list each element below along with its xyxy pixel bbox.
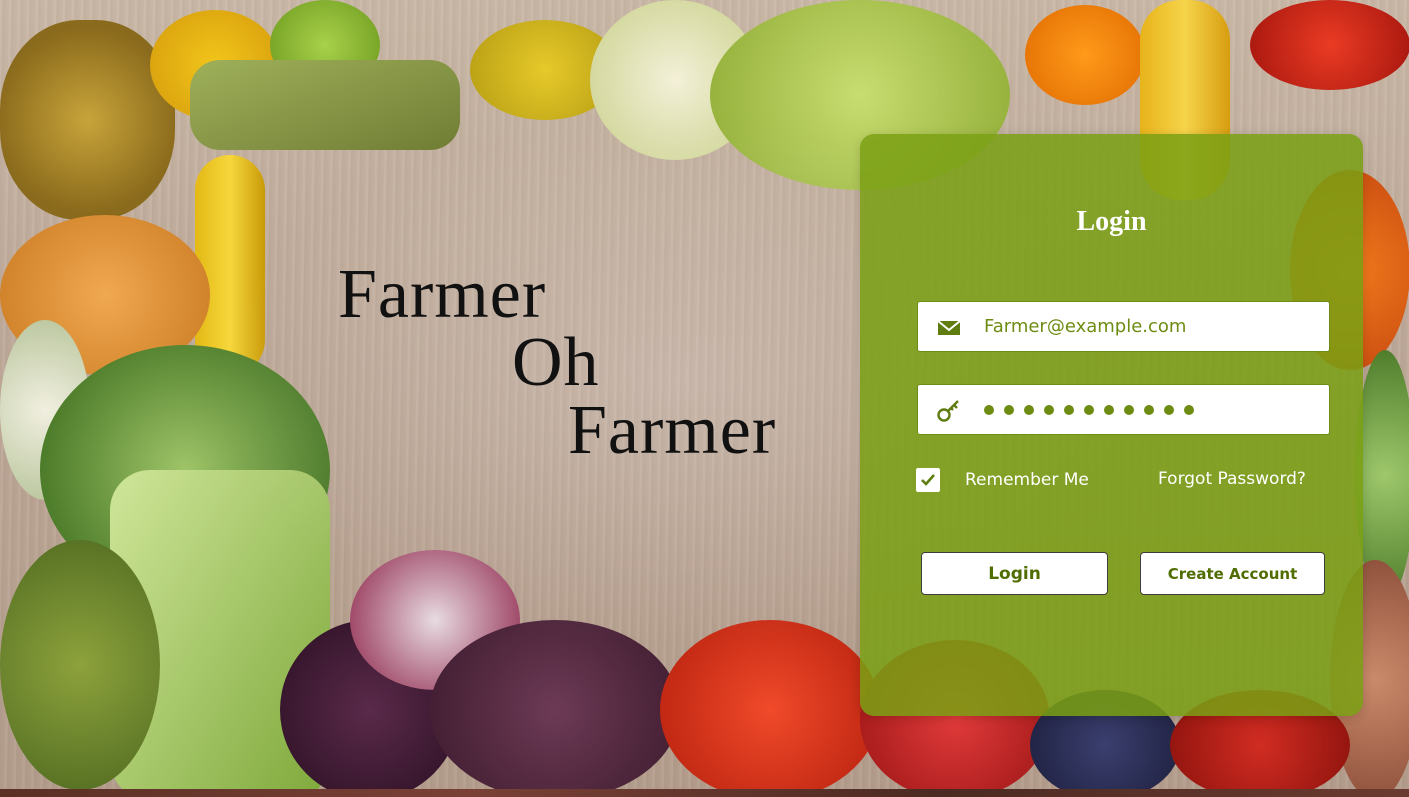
login-button[interactable]: Login [921, 552, 1108, 595]
password-dot [1064, 404, 1074, 415]
login-title: Login [1076, 206, 1147, 237]
brand-line-2: Oh [512, 324, 600, 401]
email-value: Farmer@example.com [984, 316, 1187, 337]
password-field[interactable] [917, 384, 1330, 435]
remember-me-checkbox[interactable] [916, 468, 940, 492]
envelope-icon [936, 315, 962, 341]
password-mask [984, 385, 1194, 434]
brand-line-1: Farmer [338, 256, 547, 333]
password-dot [1024, 404, 1034, 415]
remember-me-label: Remember Me [965, 470, 1089, 490]
password-dot [1004, 404, 1014, 415]
brand-line-3: Farmer [568, 392, 777, 469]
password-dot [1144, 404, 1154, 415]
key-icon [936, 398, 962, 424]
remember-me[interactable]: Remember Me [916, 468, 1089, 492]
password-dot [1084, 404, 1094, 415]
password-dot [1044, 404, 1054, 415]
bottom-edge-strip [0, 789, 1409, 797]
create-account-button[interactable]: Create Account [1140, 552, 1325, 595]
password-dot [1104, 404, 1114, 415]
password-dot [1184, 404, 1194, 415]
email-field[interactable]: Farmer@example.com [917, 301, 1330, 352]
password-dot [1124, 404, 1134, 415]
checkmark-icon [921, 474, 935, 486]
forgot-password-link[interactable]: Forgot Password? [1158, 469, 1306, 489]
password-dot [984, 404, 994, 415]
password-dot [1164, 404, 1174, 415]
